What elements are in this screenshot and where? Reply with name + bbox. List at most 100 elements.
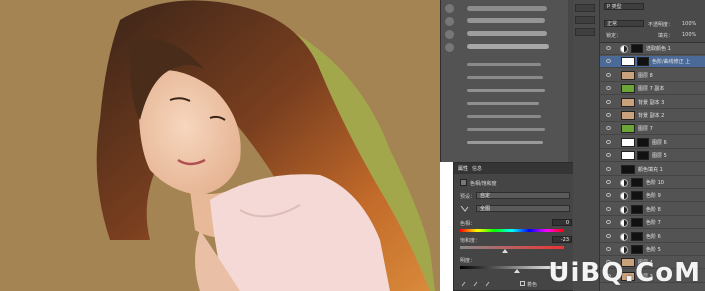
layer-name[interactable]: 色阶 6 xyxy=(646,233,661,240)
brush-stroke-preview[interactable] xyxy=(467,102,539,105)
layer-thumbnail[interactable] xyxy=(621,151,635,161)
visibility-eye-icon[interactable] xyxy=(606,59,611,64)
saturation-label: 饱和度： xyxy=(460,238,481,244)
tab-info[interactable]: 信息 xyxy=(472,165,482,172)
tab-properties[interactable]: 属性 xyxy=(458,165,468,172)
layer-name[interactable]: 选取颜色 1 xyxy=(646,45,671,52)
layer-mask-thumbnail[interactable] xyxy=(631,44,643,53)
brush-stroke-preview[interactable] xyxy=(467,128,545,131)
layer-thumbnail[interactable] xyxy=(621,137,635,147)
brush-stroke-preview[interactable] xyxy=(467,141,543,144)
layer-thumbnail[interactable] xyxy=(621,111,635,120)
layer-mask-thumbnail[interactable] xyxy=(637,137,649,147)
layer-mask-thumbnail[interactable] xyxy=(631,191,643,201)
visibility-eye-icon[interactable] xyxy=(606,153,611,158)
layer-thumbnail[interactable] xyxy=(621,70,635,80)
preset-select[interactable]: 自定 xyxy=(476,192,570,199)
brush-stroke-preview[interactable] xyxy=(467,18,545,23)
layer-mask-thumbnail[interactable] xyxy=(631,204,643,214)
lightness-slider-handle[interactable] xyxy=(514,269,520,273)
layer-thumbnail[interactable] xyxy=(621,97,635,107)
layer-name[interactable]: 背景 副本 2 xyxy=(638,112,664,119)
visibility-eye-icon[interactable] xyxy=(606,220,611,225)
adjustment-layer-icon xyxy=(620,232,628,241)
brush-stroke-preview[interactable] xyxy=(467,6,547,11)
layer-mask-thumbnail[interactable] xyxy=(631,245,643,254)
panel-toggle-icon[interactable] xyxy=(575,28,595,36)
visibility-eye-icon[interactable] xyxy=(606,180,611,184)
fill-value[interactable]: 100% xyxy=(682,32,696,38)
layer-thumbnail[interactable] xyxy=(621,124,635,134)
layer-thumbnail[interactable] xyxy=(621,84,635,94)
layer-thumbnail[interactable] xyxy=(621,164,635,174)
brush-stroke-preview[interactable] xyxy=(467,89,545,92)
watermark-logo: UiBQ.CoM xyxy=(548,258,701,288)
colorize-checkbox[interactable] xyxy=(520,281,525,286)
saturation-slider[interactable] xyxy=(460,246,564,249)
layer-name[interactable]: 图层 8 xyxy=(638,72,653,79)
visibility-eye-icon[interactable] xyxy=(606,46,611,50)
hue-slider[interactable] xyxy=(460,229,564,232)
visibility-eye-icon[interactable] xyxy=(606,113,611,117)
layer-name[interactable]: 色阶 9 xyxy=(646,192,661,199)
brush-stroke-preview[interactable] xyxy=(467,76,543,79)
brush-stroke-preview[interactable] xyxy=(467,115,541,118)
on-image-adjust-icon[interactable] xyxy=(460,205,469,212)
visibility-eye-icon[interactable] xyxy=(606,139,611,144)
layer-thumbnail[interactable] xyxy=(621,57,635,67)
channel-select[interactable]: 全图 xyxy=(476,205,570,212)
layer-name[interactable]: 色阶 5 xyxy=(646,246,661,253)
layer-name[interactable]: 色阶 8 xyxy=(646,206,661,213)
layer-mask-thumbnail[interactable] xyxy=(637,151,649,161)
visibility-eye-icon[interactable] xyxy=(606,126,611,131)
brush-tip-icon[interactable] xyxy=(445,17,454,26)
layer-name[interactable]: 颜色填充 1 xyxy=(638,166,663,173)
layer-name[interactable]: 图层 5 xyxy=(652,152,667,159)
layer-name[interactable]: 色阶/曲线修正 上 xyxy=(652,58,690,65)
blend-mode-select[interactable]: 正常 xyxy=(604,20,644,27)
brush-stroke-preview[interactable] xyxy=(467,31,547,36)
layer-kind-filter[interactable]: P 类型 xyxy=(604,3,644,10)
layer-name[interactable]: 图层 7 xyxy=(638,125,653,132)
visibility-eye-icon[interactable] xyxy=(606,206,611,211)
brush-tip-icon[interactable] xyxy=(445,43,454,52)
visibility-eye-icon[interactable] xyxy=(606,247,611,251)
adjustment-layer-icon xyxy=(620,192,628,201)
layer-name[interactable]: 背景 副本 3 xyxy=(638,99,664,106)
eyedropper-tools[interactable] xyxy=(460,281,500,287)
visibility-eye-icon[interactable] xyxy=(606,193,611,198)
fill-label: 填充： xyxy=(658,33,674,39)
layer-name[interactable]: 图层 7 副本 xyxy=(638,85,664,92)
layer-name[interactable]: 色阶 7 xyxy=(646,219,661,226)
visibility-eye-icon[interactable] xyxy=(606,72,611,77)
visibility-eye-icon[interactable] xyxy=(606,166,611,171)
saturation-value-field[interactable]: -23 xyxy=(552,236,572,243)
hue-label: 色相： xyxy=(460,221,476,227)
layer-mask-thumbnail[interactable] xyxy=(637,57,649,67)
document-canvas[interactable] xyxy=(0,0,440,291)
layer-name[interactable]: 色阶 10 xyxy=(646,179,664,186)
brush-tip-icon[interactable] xyxy=(445,30,454,39)
layer-mask-thumbnail[interactable] xyxy=(631,218,643,228)
brush-stroke-preview[interactable] xyxy=(467,63,541,66)
opacity-value[interactable]: 100% xyxy=(682,21,696,27)
layer-mask-thumbnail[interactable] xyxy=(631,231,643,241)
layer-name[interactable]: 图层 6 xyxy=(652,139,667,146)
visibility-eye-icon[interactable] xyxy=(606,86,611,91)
brush-stroke-preview[interactable] xyxy=(467,44,549,49)
visibility-eye-icon[interactable] xyxy=(606,233,611,238)
panel-toggle-icon[interactable] xyxy=(575,4,595,12)
adjustment-layer-icon xyxy=(620,45,628,53)
portrait-photo xyxy=(0,0,440,291)
adjustment-layer-icon xyxy=(620,219,628,228)
panel-toggle-icon[interactable] xyxy=(575,16,595,24)
brush-presets-panel xyxy=(440,0,574,162)
adjustment-layer-icon xyxy=(620,246,628,254)
saturation-slider-handle[interactable] xyxy=(502,249,508,253)
adjustment-layer-icon xyxy=(620,179,628,187)
properties-tabs: 属性 信息 xyxy=(454,163,576,174)
visibility-eye-icon[interactable] xyxy=(606,99,611,104)
layer-mask-thumbnail[interactable] xyxy=(631,178,643,187)
hue-value-field[interactable]: 0 xyxy=(552,219,572,226)
brush-tip-icon[interactable] xyxy=(445,4,454,13)
